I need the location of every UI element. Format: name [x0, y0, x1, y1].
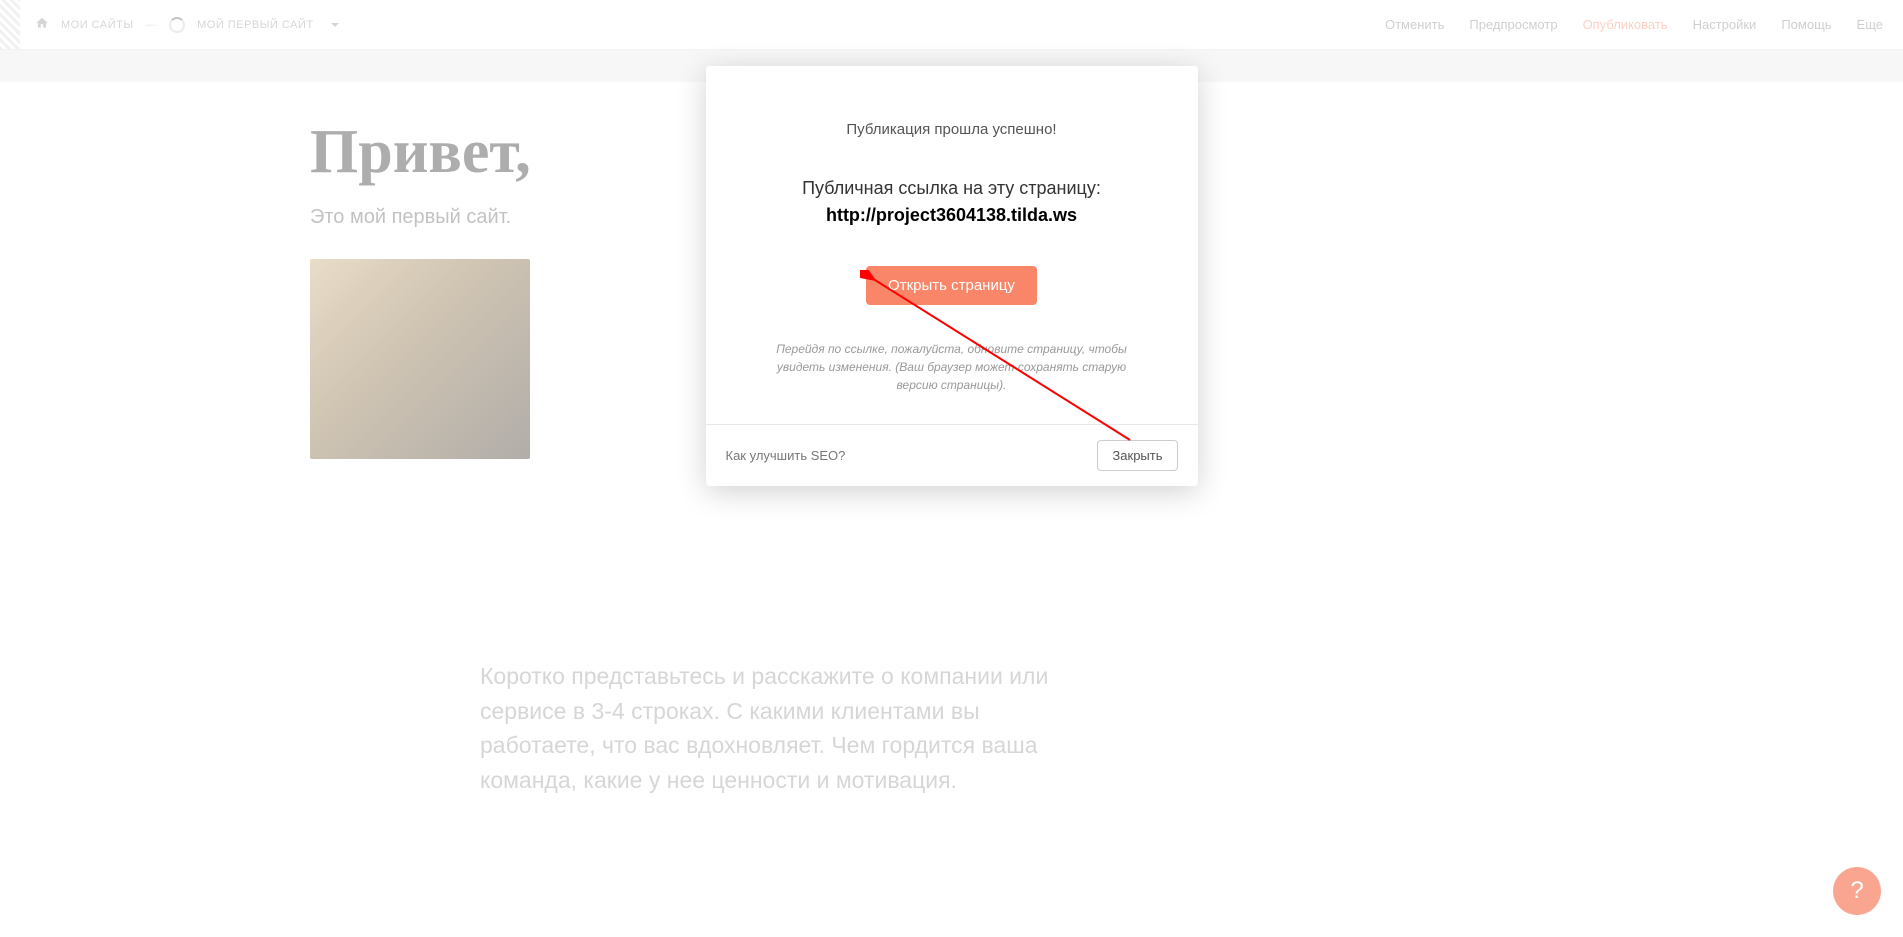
modal-success-message: Публикация прошла успешно!: [736, 121, 1168, 138]
close-button[interactable]: Закрыть: [1097, 440, 1177, 471]
help-bubble-button[interactable]: ?: [1833, 867, 1881, 915]
modal-body: Публикация прошла успешно! Публичная ссы…: [706, 66, 1198, 424]
modal-hint: Перейдя по ссылке, пожалуйста, обновите …: [767, 340, 1137, 394]
modal-link-label: Публичная ссылка на эту страницу:: [736, 178, 1168, 199]
seo-improvement-link[interactable]: Как улучшить SEO?: [726, 448, 846, 463]
publish-success-modal: Публикация прошла успешно! Публичная ссы…: [706, 66, 1198, 486]
modal-footer: Как улучшить SEO? Закрыть: [706, 424, 1198, 486]
modal-public-url[interactable]: http://project3604138.tilda.ws: [736, 205, 1168, 226]
open-page-button[interactable]: Открыть страницу: [866, 266, 1037, 305]
